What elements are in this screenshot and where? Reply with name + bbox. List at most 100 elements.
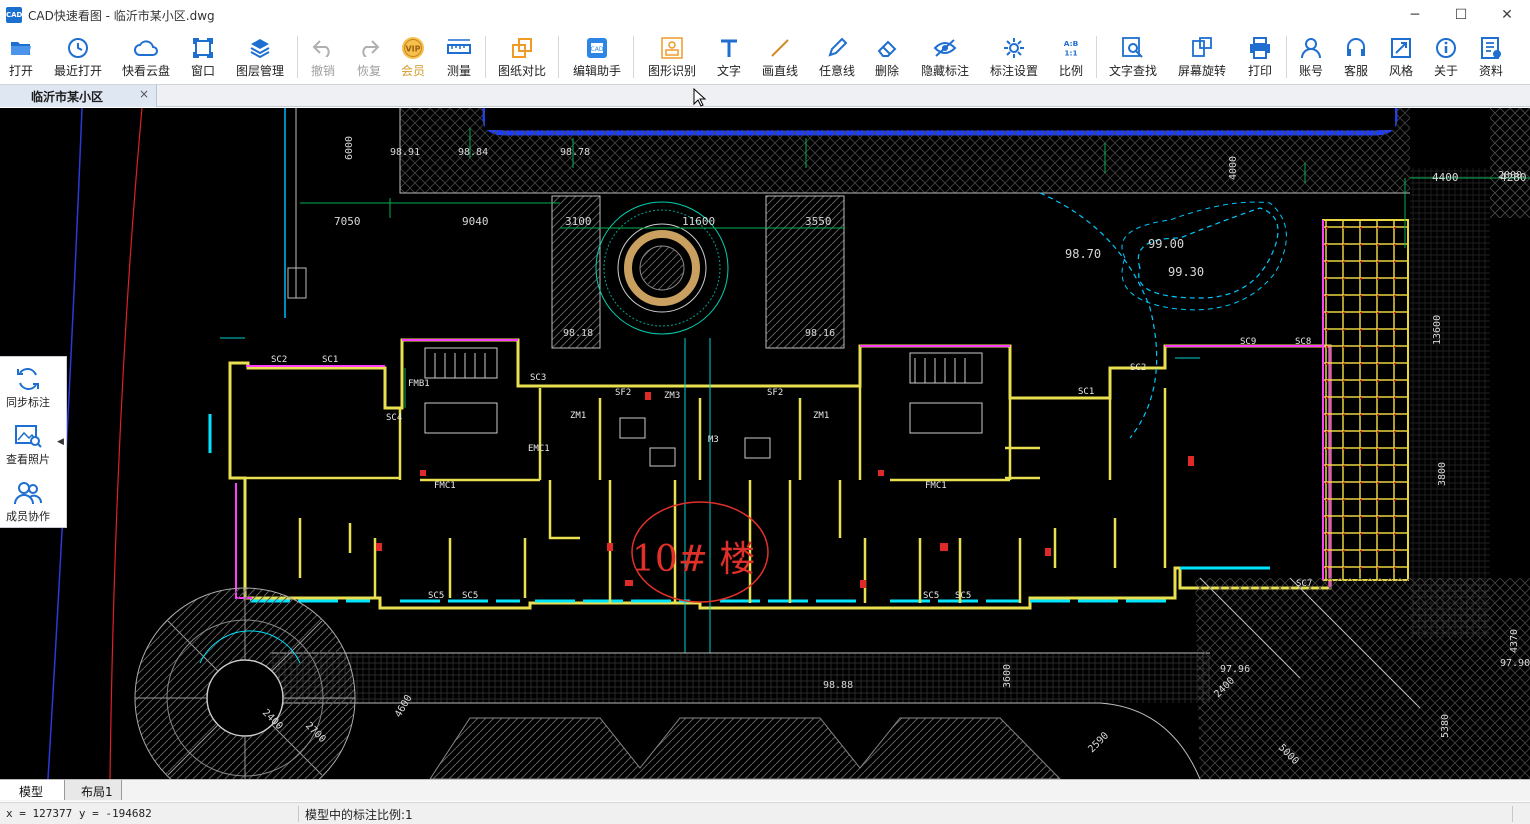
team-icon: [14, 480, 42, 506]
document-tab-bar: 临沂市某小区 ×: [0, 84, 1530, 107]
dim-label: 4400: [1432, 171, 1459, 184]
compare-drawings-label: 图纸对比: [497, 64, 546, 78]
draw-line-button[interactable]: 画直线: [759, 32, 801, 82]
compare-drawings-button[interactable]: 图纸对比: [495, 32, 549, 82]
hide-annotation-button[interactable]: 隐藏标注: [918, 32, 972, 82]
tab-linyi-community[interactable]: 临沂市某小区 ×: [0, 85, 157, 107]
account-button[interactable]: 账号: [1296, 32, 1326, 82]
info-icon: [1434, 36, 1458, 60]
dim-label: 3100: [565, 215, 592, 228]
scale-button[interactable]: A:B 1:1 比例: [1056, 32, 1086, 82]
tag-label: SC8: [1295, 337, 1311, 347]
open-button[interactable]: 打开: [3, 32, 39, 82]
recent-open-button[interactable]: 最近打开: [52, 32, 104, 82]
cloud-drive-label: 快看云盘: [121, 64, 170, 78]
collapse-panel-icon[interactable]: ◀: [57, 437, 64, 447]
edit-assistant-button[interactable]: CAD 编辑助手: [570, 32, 624, 82]
resources-button[interactable]: 资料: [1476, 32, 1506, 82]
view-photos-button[interactable]: 查看照片: [0, 416, 56, 472]
cad-drawing: 10# 楼 7050 9040 3100 11600 3550 4400 428…: [47, 108, 1530, 779]
window-label: 窗口: [190, 64, 215, 78]
layer-manage-button[interactable]: 图层管理: [234, 32, 286, 82]
window-title: CAD快速看图 - 临沂市某小区.dwg: [28, 9, 215, 23]
tag-label: SC5: [923, 591, 939, 601]
vip-icon: VIP: [401, 36, 425, 60]
scale-icon: A:B 1:1: [1059, 36, 1083, 60]
rotate-screen-button[interactable]: 屏幕旋转: [1175, 32, 1229, 82]
dim-label: 2000: [1498, 170, 1522, 181]
resources-label: 资料: [1478, 64, 1503, 78]
elevation-label: 97.90: [1500, 658, 1530, 669]
tag-label: EMC1: [528, 444, 550, 454]
redo-button[interactable]: 恢复: [354, 32, 384, 82]
tab-close-icon[interactable]: ×: [139, 87, 149, 101]
svg-text:CAD: CAD: [591, 46, 604, 53]
elevation-label: 98.18: [563, 328, 593, 339]
customer-service-button[interactable]: 客服: [1341, 32, 1371, 82]
window-button[interactable]: 窗口: [188, 32, 218, 82]
elevation-label: 98.70: [1065, 247, 1101, 261]
tag-label: SC1: [1078, 387, 1094, 397]
tag-label: ZM1: [813, 411, 829, 421]
minimize-button[interactable]: ─: [1392, 0, 1438, 30]
style-button[interactable]: 风格: [1386, 32, 1416, 82]
vip-button[interactable]: VIP 会员: [398, 32, 428, 82]
freehand-line-button[interactable]: 任意线: [817, 32, 857, 82]
layout-tab-bar: 模型 布局1: [0, 779, 1530, 801]
measure-button[interactable]: 测量: [444, 32, 474, 82]
annotation-settings-button[interactable]: 标注设置: [987, 32, 1041, 82]
about-button[interactable]: 关于: [1431, 32, 1461, 82]
status-divider: [1512, 806, 1513, 822]
tag-label: M3: [708, 435, 719, 445]
undo-label: 撤销: [310, 64, 335, 78]
tag-label: SF2: [767, 388, 783, 398]
dim-label: 11600: [682, 215, 715, 228]
redo-label: 恢复: [356, 64, 381, 78]
maximize-button[interactable]: ☐: [1438, 0, 1484, 30]
text-tool-button[interactable]: 文字: [714, 32, 744, 82]
find-text-button[interactable]: 文字查找: [1106, 32, 1160, 82]
dim-label: 3600: [1002, 664, 1013, 688]
print-button[interactable]: 打印: [1245, 32, 1275, 82]
find-text-label: 文字查找: [1108, 64, 1157, 78]
cloud-icon: [134, 36, 158, 60]
delete-label: 删除: [874, 64, 899, 78]
text-icon: [717, 36, 741, 60]
mouse-cursor-icon: [693, 88, 707, 107]
find-text-icon: [1121, 36, 1145, 60]
sync-annotation-button[interactable]: 同步标注: [0, 359, 56, 415]
hide-annotation-label: 隐藏标注: [920, 64, 969, 78]
tag-label: ZM3: [664, 391, 680, 401]
edit-assistant-label: 编辑助手: [572, 64, 621, 78]
shape-recognize-button[interactable]: 图形识别: [645, 32, 699, 82]
tag-label: SC4: [386, 413, 402, 423]
edit-assistant-icon: CAD: [585, 36, 609, 60]
cloud-drive-button[interactable]: 快看云盘: [120, 32, 172, 82]
tab-layout1[interactable]: 布局1: [64, 780, 122, 800]
status-divider: [298, 806, 299, 822]
team-collab-button[interactable]: 成员协作: [0, 473, 56, 529]
cad-viewer-window: CAD CAD快速看图 - 临沂市某小区.dwg ─ ☐ ✕ 打开 最近打开 快…: [0, 0, 1530, 824]
delete-button[interactable]: 删除: [872, 32, 902, 82]
layer-manage-label: 图层管理: [235, 64, 284, 78]
documents-icon: [1479, 36, 1503, 60]
style-label: 风格: [1388, 64, 1413, 78]
line-icon: [768, 36, 792, 60]
layers-icon: [248, 36, 272, 60]
tag-label: SC5: [955, 591, 971, 601]
photo-search-icon: [14, 423, 42, 449]
side-tool-panel: 同步标注 查看照片 成员协作 ◀: [0, 356, 67, 528]
tab-model[interactable]: 模型: [0, 780, 64, 800]
pencil-icon: [825, 36, 849, 60]
title-bar: CAD CAD快速看图 - 临沂市某小区.dwg ─ ☐ ✕: [0, 0, 1530, 30]
window-icon: [191, 36, 215, 60]
close-button[interactable]: ✕: [1484, 0, 1530, 30]
annotation-scale-status: 模型中的标注比例:1: [305, 808, 413, 822]
freehand-line-label: 任意线: [818, 64, 855, 78]
dim-label: 2590: [1086, 730, 1111, 755]
drawing-canvas[interactable]: 10# 楼 7050 9040 3100 11600 3550 4400 428…: [0, 108, 1530, 779]
eraser-icon: [875, 36, 899, 60]
tag-label: FMB1: [408, 379, 430, 389]
style-icon: [1389, 36, 1413, 60]
undo-button[interactable]: 撤销: [308, 32, 338, 82]
